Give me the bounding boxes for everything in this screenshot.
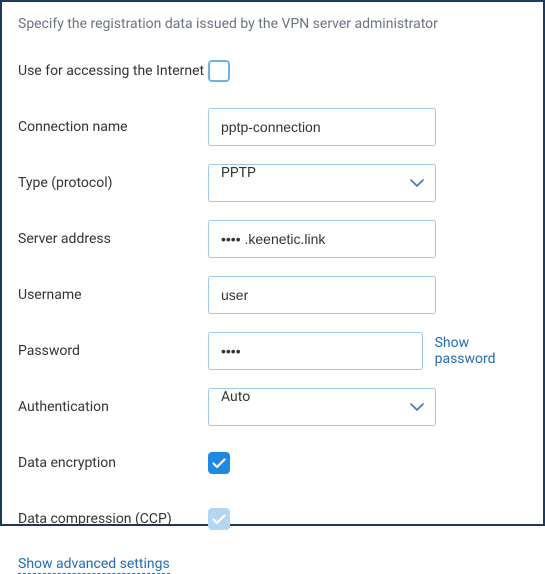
select-type[interactable]: PPTP — [208, 164, 436, 202]
checkbox-use-internet[interactable] — [208, 60, 230, 82]
input-password[interactable] — [208, 332, 423, 370]
input-username[interactable] — [208, 276, 436, 314]
check-icon — [212, 514, 226, 525]
row-data-encryption: Data encryption — [18, 444, 527, 482]
row-use-internet: Use for accessing the Internet — [18, 52, 527, 90]
select-authentication[interactable]: Auto — [208, 388, 436, 426]
form-description: Specify the registration data issued by … — [18, 16, 527, 32]
row-password: Password Show password — [18, 332, 527, 370]
row-authentication: Authentication Auto — [18, 388, 527, 426]
checkbox-data-encryption[interactable] — [208, 452, 230, 474]
label-username: Username — [18, 286, 208, 305]
show-password-link[interactable]: Show password — [435, 335, 527, 367]
row-server-address: Server address — [18, 220, 527, 258]
label-server-address: Server address — [18, 230, 208, 249]
label-use-internet: Use for accessing the Internet — [18, 62, 208, 81]
show-advanced-settings-link[interactable]: Show advanced settings — [18, 556, 170, 574]
label-authentication: Authentication — [18, 398, 208, 417]
check-icon — [212, 458, 226, 469]
input-server-address[interactable] — [208, 220, 436, 258]
checkbox-data-compression — [208, 508, 230, 530]
label-type: Type (protocol) — [18, 174, 208, 193]
label-data-encryption: Data encryption — [18, 454, 208, 473]
label-connection-name: Connection name — [18, 118, 208, 137]
row-connection-name: Connection name — [18, 108, 527, 146]
row-type: Type (protocol) PPTP — [18, 164, 527, 202]
label-password: Password — [18, 342, 208, 361]
input-connection-name[interactable] — [208, 108, 436, 146]
row-username: Username — [18, 276, 527, 314]
row-data-compression: Data compression (CCP) — [18, 500, 527, 538]
